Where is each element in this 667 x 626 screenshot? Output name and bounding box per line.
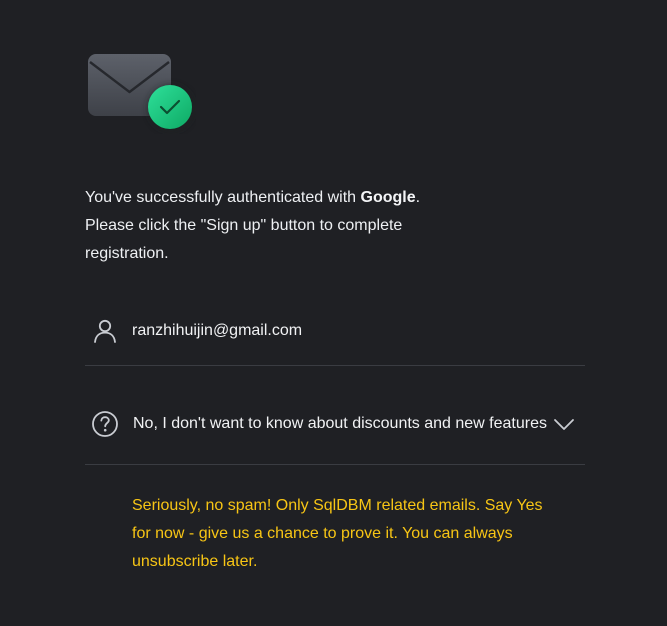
chevron-down-icon[interactable] [553, 413, 575, 435]
question-circle-icon [92, 411, 118, 437]
auth-message-prefix: You've successfully authenticated with [85, 189, 361, 206]
auth-message-instruction: Please click the "Sign up" button to com… [85, 217, 403, 262]
subscription-select-value: No, I don't want to know about discounts… [133, 415, 547, 432]
user-icon [94, 319, 116, 343]
email-field: ranzhihuijin@gmail.com [85, 296, 585, 366]
subscription-select[interactable]: No, I don't want to know about discounts… [85, 384, 585, 465]
signup-confirmation-page: You've successfully authenticated with G… [0, 0, 667, 626]
no-spam-note: Seriously, no spam! Only SqlDBM related … [132, 497, 543, 570]
email-value: ranzhihuijin@gmail.com [132, 321, 303, 339]
auth-message-suffix: . [415, 189, 421, 206]
envelope-check-icon [88, 54, 195, 132]
auth-success-message: You've successfully authenticated with G… [85, 184, 465, 268]
auth-provider-name: Google [360, 189, 416, 206]
